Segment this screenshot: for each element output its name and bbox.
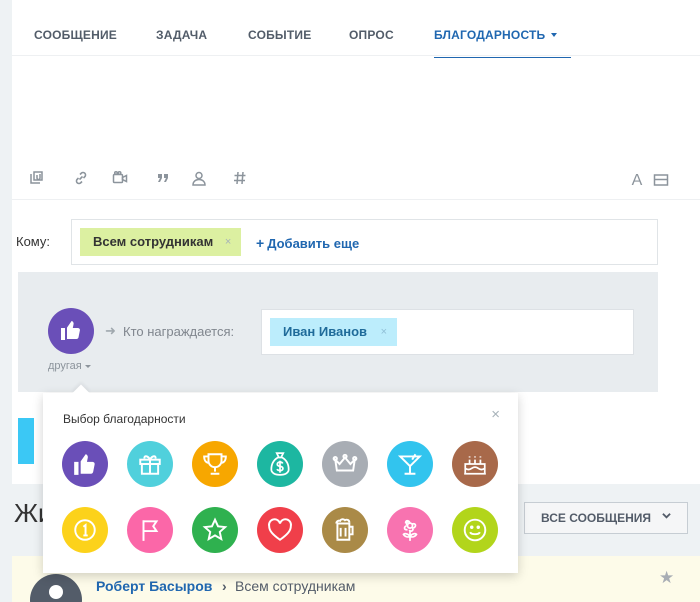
close-icon[interactable]: × [491,406,500,423]
beer-icon [335,518,354,541]
chevron-down-icon [662,513,671,519]
badge-star[interactable] [192,507,238,553]
gratitude-panel: другая ➜ Кто награждается: Иван Иванов × [18,272,658,392]
cup-icon [203,453,227,475]
badge-flower[interactable] [387,507,433,553]
badge-thumbs-up[interactable] [62,441,108,487]
popup-title: Выбор благодарности [63,412,186,426]
page: СООБЩЕНИЕ ЗАДАЧА СОБЫТИЕ ОПРОС БЛАГОДАРН… [0,0,700,602]
tab-gratitude[interactable]: БЛАГОДАРНОСТЬ [434,28,572,58]
gratitude-type-button[interactable] [48,308,94,354]
badge-beer[interactable] [322,507,368,553]
tab-message[interactable]: СООБЩЕНИЕ [34,28,117,42]
badge-flag[interactable] [127,507,173,553]
message-editor[interactable] [12,57,700,159]
thumbs-up-icon [74,454,95,475]
panel-toggle-icon[interactable] [652,172,670,190]
video-icon[interactable] [111,170,129,188]
chevron-down-icon [551,32,558,37]
badge-drink[interactable] [387,441,433,487]
flag-icon [142,520,159,541]
medal-icon [74,519,96,541]
cake-icon [464,456,486,475]
employee-tag[interactable]: Иван Иванов × [270,318,398,346]
recipient-tag[interactable]: Всем сотрудникам × [80,228,242,256]
tab-gratitude-label: БЛАГОДАРНОСТЬ [434,28,546,42]
tab-poll[interactable]: ОПРОС [349,28,394,42]
remove-employee-icon[interactable]: × [381,318,387,346]
remove-recipient-icon[interactable]: × [225,228,231,256]
badge-cup[interactable] [192,441,238,487]
caret-down-icon [84,364,91,368]
badge-heart[interactable] [257,507,303,553]
post-destination[interactable]: Всем сотрудникам [235,578,355,594]
badge-crown[interactable] [322,441,368,487]
chevron-right-icon: › [222,578,227,594]
awarded-label: Кто награждается: [123,324,235,339]
feed-filter-select[interactable]: ВСЕ СООБЩЕНИЯ [524,502,688,534]
star-icon [202,517,228,542]
gratitude-type-label: другая [48,360,82,372]
awarded-employees-field[interactable]: Иван Иванов × [261,309,634,355]
send-button[interactable] [18,418,34,464]
gratitude-type-select[interactable]: другая [48,360,91,372]
recipients-label: Кому: [16,234,50,249]
hashtag-icon[interactable] [231,170,249,188]
post-author-link[interactable]: Роберт Басыров [96,578,212,594]
feed-filter-label: ВСЕ СООБЩЕНИЯ [541,511,652,525]
plus-icon: + [256,235,265,251]
employee-tag-label: Иван Иванов [283,324,368,339]
heart-icon [268,518,292,541]
mention-icon[interactable] [190,170,208,188]
money-bag-icon [270,452,290,476]
link-icon[interactable] [72,170,90,188]
smile-icon [463,518,487,542]
user-icon [49,585,63,599]
flower-icon [402,519,418,541]
arrow-right-icon: ➜ [105,323,116,338]
attach-file-icon[interactable] [28,170,46,188]
composer-tabs: СООБЩЕНИЕ ЗАДАЧА СОБЫТИЕ ОПРОС БЛАГОДАРН… [12,0,700,58]
tab-event[interactable]: СОБЫТИЕ [248,28,311,42]
badge-gift[interactable] [127,441,173,487]
gratitude-picker-popup: Выбор благодарности × [43,393,518,573]
badge-money[interactable] [257,441,303,487]
tab-task[interactable]: ЗАДАЧА [156,28,207,42]
quote-icon[interactable] [154,170,172,188]
crown-icon [332,453,358,472]
recipient-tag-label: Всем сотрудникам [93,234,214,249]
star-icon[interactable]: ★ [659,568,674,588]
recipients-field[interactable]: Всем сотрудникам × + Добавить еще [71,219,658,265]
badge-medal[interactable] [62,507,108,553]
avatar[interactable] [30,574,82,602]
gift-icon [139,455,161,475]
badge-smile[interactable] [452,507,498,553]
drink-icon [397,453,423,475]
add-more-label: Добавить еще [267,236,360,251]
editor-toolbar: A [12,160,700,200]
text-format-icon[interactable]: A [628,172,646,190]
thumbs-up-icon [61,321,80,340]
add-more-recipients-link[interactable]: + Добавить еще [256,235,359,251]
badge-cake[interactable] [452,441,498,487]
